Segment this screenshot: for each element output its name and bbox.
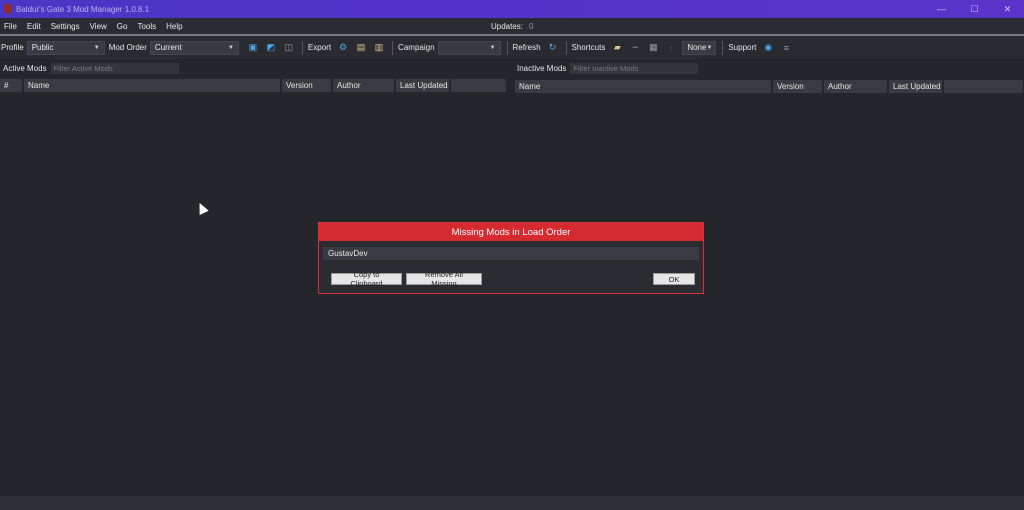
menu-go[interactable]: Go (112, 22, 133, 31)
mouse-cursor-icon (195, 200, 209, 215)
refresh-label: Refresh (512, 43, 541, 52)
toolbar-separator (565, 40, 567, 55)
title-bar: Baldur's Gate 3 Mod Manager 1.0.8.1 — ☐ … (0, 0, 1024, 18)
window-title: Baldur's Gate 3 Mod Manager 1.0.8.1 (16, 4, 150, 14)
chevron-down-icon: ▼ (93, 44, 100, 51)
folder-icon[interactable]: ▰ (612, 42, 622, 53)
mod-order-value: Current (154, 43, 182, 52)
col-last-updated[interactable]: Last Updated (889, 80, 942, 93)
profile-value: Public (31, 43, 54, 52)
toolbar-separator (301, 40, 303, 55)
import-icon[interactable]: ◫ (284, 42, 294, 53)
chevron-down-icon: ▼ (227, 44, 234, 51)
updates-label: Updates: (491, 21, 524, 31)
inactive-mods-filter-row: Inactive Mods Filter Inactive Mods (517, 62, 699, 74)
missing-mod-item[interactable]: GustavDev (323, 247, 699, 260)
mod-order-label: Mod Order (108, 43, 147, 52)
active-mods-filter-row: Active Mods Filter Active Mods (3, 62, 179, 74)
up-arrow-icon[interactable]: ↑ (666, 43, 676, 53)
menu-overflow-icon[interactable]: ≡ (781, 43, 791, 53)
active-mods-table-header: # Name Version Author Last Updated (0, 79, 508, 92)
col-last-updated[interactable]: Last Updated (396, 79, 449, 92)
menu-tools[interactable]: Tools (132, 22, 161, 31)
window-controls: — ☐ ✕ (925, 0, 1024, 18)
copy-icon[interactable]: ▦ (648, 42, 658, 53)
status-bar (0, 496, 1024, 510)
close-icon[interactable]: ✕ (991, 0, 1024, 18)
toolbar-separator (506, 40, 508, 55)
inactive-mods-table-header: Name Version Author Last Updated (515, 80, 1023, 93)
updates-count: 0 (529, 21, 534, 31)
app-icon (4, 4, 12, 14)
menu-view[interactable]: View (85, 22, 112, 31)
col-extra[interactable] (944, 80, 1023, 93)
export-label: Export (307, 43, 332, 52)
menu-bar: File Edit Settings View Go Tools Help Up… (0, 18, 1024, 34)
menu-settings[interactable]: Settings (46, 22, 85, 31)
refresh-icon[interactable]: ↻ (548, 42, 558, 53)
chevron-down-icon: ▼ (489, 44, 496, 51)
save-as-icon[interactable]: ◩ (266, 42, 276, 53)
profile-label: Profile (1, 43, 24, 52)
ko-fi-icon[interactable]: ◉ (763, 42, 773, 53)
inactive-mods-filter-input[interactable]: Filter Inactive Mods (570, 62, 699, 74)
none-value: None (687, 43, 707, 52)
campaign-select[interactable]: ▼ (437, 40, 501, 55)
export-archive-icon[interactable]: ▥ (374, 42, 384, 53)
maximize-icon[interactable]: ☐ (958, 0, 991, 18)
ok-button[interactable]: OK (653, 273, 695, 285)
updates-indicator: Updates: 0 (491, 18, 533, 34)
link-icon[interactable]: ∽ (630, 42, 640, 53)
active-mods-label: Active Mods (3, 63, 47, 73)
menu-help[interactable]: Help (161, 22, 187, 31)
save-icon[interactable]: ▣ (248, 42, 258, 53)
menu-file[interactable]: File (0, 22, 22, 31)
shortcut-none-select[interactable]: None ▼ (682, 40, 717, 55)
col-index[interactable]: # (0, 79, 22, 92)
col-name[interactable]: Name (515, 80, 771, 93)
remove-all-missing-button[interactable]: Remove All Missing (406, 270, 482, 288)
active-mods-filter-input[interactable]: Filter Active Mods (50, 62, 179, 74)
dialog-title: Missing Mods in Load Order (319, 223, 703, 241)
copy-to-clipboard-button[interactable]: Copy to Clipboard (331, 270, 402, 288)
profile-select[interactable]: Public ▼ (26, 40, 105, 55)
menu-edit[interactable]: Edit (22, 22, 46, 31)
inactive-mods-label: Inactive Mods (517, 63, 567, 73)
col-extra[interactable] (451, 79, 506, 92)
support-label: Support (728, 43, 757, 52)
toolbar-separator (392, 40, 394, 55)
minimize-icon[interactable]: — (925, 0, 958, 18)
export-game-icon[interactable]: ⚙ (338, 42, 348, 53)
chevron-down-icon: ▼ (706, 44, 713, 51)
col-name[interactable]: Name (24, 79, 280, 92)
col-version[interactable]: Version (773, 80, 822, 93)
mod-order-select[interactable]: Current ▼ (149, 40, 239, 55)
toolbar: Profile Public ▼ Mod Order Current ▼ ▣ ◩… (0, 36, 1024, 59)
col-version[interactable]: Version (282, 79, 331, 92)
missing-mods-dialog: Missing Mods in Load Order GustavDev Cop… (318, 222, 704, 294)
col-author[interactable]: Author (333, 79, 394, 92)
col-author[interactable]: Author (824, 80, 887, 93)
export-file-icon[interactable]: ▤ (356, 42, 366, 53)
shortcuts-label: Shortcuts (571, 43, 606, 52)
toolbar-separator (722, 40, 724, 55)
campaign-label: Campaign (398, 43, 435, 52)
